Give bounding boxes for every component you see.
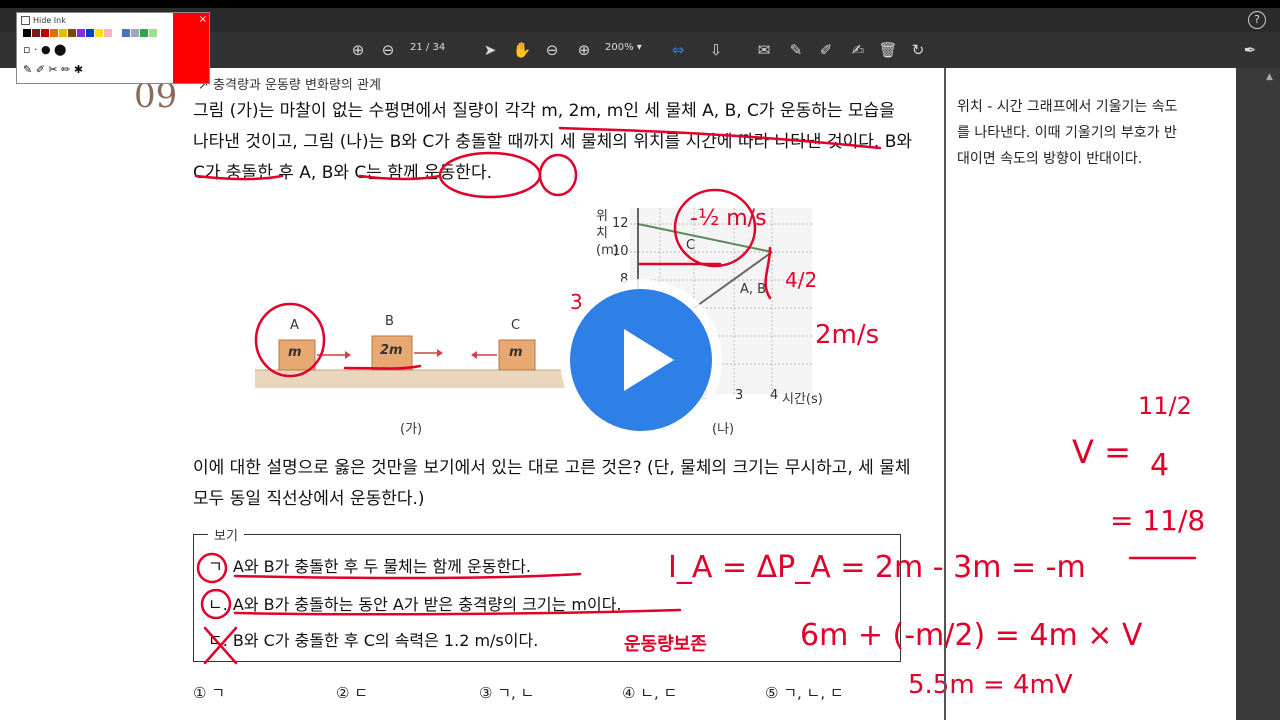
select-tool-icon[interactable]: ➤ [480,40,500,60]
help-icon[interactable]: ? [1248,11,1266,29]
download-icon[interactable]: ⇩ [706,40,726,60]
bogi-item-3: ㄷ. B와 C가 충돌한 후 C의 속력은 1.2 m/s이다. [208,631,539,650]
arrow-c-head [471,351,477,359]
hw-result: 5.5m = 4mV [908,670,1073,700]
page-total: 34 [432,42,446,53]
hw-v-eq: V = [1072,433,1131,471]
right-gutter [1236,68,1280,720]
question-paragraph: 그림 (가)는 마찰이 없는 수평면에서 질량이 각각 m, 2m, m인 세 … [193,101,913,183]
side-note: 위치 - 시간 그래프에서 기울기는 속도를 나타낸다. 이때 기울기의 부호가… [957,99,1178,167]
zoom-in-icon[interactable]: ⊕ [574,40,594,60]
x-tick-3: 3 [735,388,744,403]
hw-v-num: 11/2 [1138,392,1192,420]
line-ab-label: A, B [740,282,767,297]
color-swatch[interactable] [86,29,94,37]
block-c-label: C [511,318,521,333]
y-tick-12: 12 [612,216,629,231]
play-button[interactable] [570,289,712,431]
floor [255,370,565,388]
color-swatch[interactable] [59,29,67,37]
hide-ink-toggle[interactable]: Hide Ink [21,16,66,25]
x-tick-4: 4 [770,388,779,403]
color-swatch[interactable] [95,29,103,37]
choice-1[interactable]: ① ㄱ [193,682,225,703]
y-tick-10: 10 [612,244,629,259]
hw-conservation: 6m + (-m/2) = 4m × V [800,618,1143,653]
color-swatch[interactable] [131,29,139,37]
hw-speed-ab: 2m/s [815,320,880,350]
color-swatch[interactable] [149,29,157,37]
close-icon[interactable]: × [199,14,207,25]
choice-2[interactable]: ② ㄷ [336,682,368,703]
page-separator: / [425,42,430,53]
block-b-label: B [385,314,394,329]
hw-v-den: 4 [1150,448,1170,483]
hw-slope-c: -½ m/s [690,206,767,231]
play-icon [624,329,674,391]
ink-toolbar-panel: Hide Ink ▫ · ● ⬤ ✎ ✐ ✂ ✏ ✱ × [16,12,210,84]
prev-page-icon[interactable]: ⊕ [348,40,368,60]
pen-tools-row[interactable]: ✎ ✐ ✂ ✏ ✱ [23,63,83,76]
zoom-out-icon[interactable]: ⊖ [542,40,562,60]
color-swatch[interactable] [104,29,112,37]
zoom-select[interactable]: 200% ▾ [605,42,642,53]
chapter-heading: ↗ 충격량과 운동량 변화량의 관계 [198,78,381,93]
hw-conservation-word: 운동량보존 [624,634,707,655]
pen-icon[interactable]: ✎ [786,40,806,60]
hw-impulse: I_A = ΔP_A = 2m - 3m = -m [668,550,1086,585]
page-current[interactable]: 21 [410,42,423,53]
comment-icon[interactable]: ✉ [754,40,774,60]
graph-y-label: 위치(m) [596,209,619,258]
choice-5[interactable]: ⑤ ㄱ, ㄴ, ㄷ [765,682,844,703]
arrow-a-head [345,351,351,359]
y-tick-8: 8 [620,272,629,287]
signature-icon[interactable]: ✒ [1240,40,1260,60]
color-swatch[interactable] [77,29,85,37]
bogi-item-1: ㄱ. A와 B가 충돌한 후 두 물체는 함께 운동한다. [208,557,532,576]
current-color-preview[interactable]: × [173,13,209,83]
fit-page-icon[interactable]: ⇔ [668,40,688,60]
hw-v-result: = 11/8 [1110,504,1206,537]
page-indicator[interactable]: 21 / 34 [410,42,445,53]
color-swatch[interactable] [140,29,148,37]
choice-3[interactable]: ③ ㄱ, ㄴ [479,682,534,703]
hand-tool-icon[interactable]: ✋ [512,40,532,60]
next-page-icon[interactable]: ⊖ [378,40,398,60]
pen-size-row[interactable]: ▫ · ● ⬤ [23,43,66,56]
rotate-icon[interactable]: ↻ [908,40,928,60]
chapter-title: 충격량과 운동량 변화량의 관계 [213,78,381,93]
zoom-value: 200% [605,42,634,53]
delete-icon[interactable]: 🗑 [878,40,898,60]
highlight-icon[interactable]: ✐ [816,40,836,60]
color-swatch[interactable] [23,29,31,37]
block-a-mass: m [288,345,302,360]
bogi-title: 보기 [208,525,244,544]
hw-fraction: 4/2 [785,268,818,292]
top-strip [0,0,1280,8]
line-c-label: C [686,238,696,253]
color-swatch[interactable] [113,29,121,37]
figure-ga [255,335,565,388]
color-swatch[interactable] [32,29,40,37]
block-b-mass: 2m [380,343,403,358]
arrow-b-head [437,349,443,357]
graph-x-label: 시간(s) [782,392,823,407]
hide-ink-label: Hide Ink [33,16,66,25]
figure-na-caption: (나) [712,422,735,437]
color-swatch[interactable] [50,29,58,37]
block-a-label: A [290,318,299,333]
hide-ink-checkbox[interactable] [21,16,30,25]
margin-divider [944,68,946,720]
bogi-item-2: ㄴ. A와 B가 충돌하는 동안 A가 받은 충격량의 크기는 m이다. [208,595,622,614]
scroll-up-icon[interactable]: ▲ [1266,72,1273,82]
color-swatch[interactable] [122,29,130,37]
edit-icon[interactable]: ✍ [848,40,868,60]
question-text: 이에 대한 설명으로 옳은 것만을 보기에서 있는 대로 고른 것은? (단, … [193,458,911,509]
color-swatch[interactable] [41,29,49,37]
color-swatch[interactable] [68,29,76,37]
block-c-mass: m [509,345,523,360]
figure-ga-caption: (가) [400,422,423,437]
choice-4[interactable]: ④ ㄴ, ㄷ [622,682,677,703]
